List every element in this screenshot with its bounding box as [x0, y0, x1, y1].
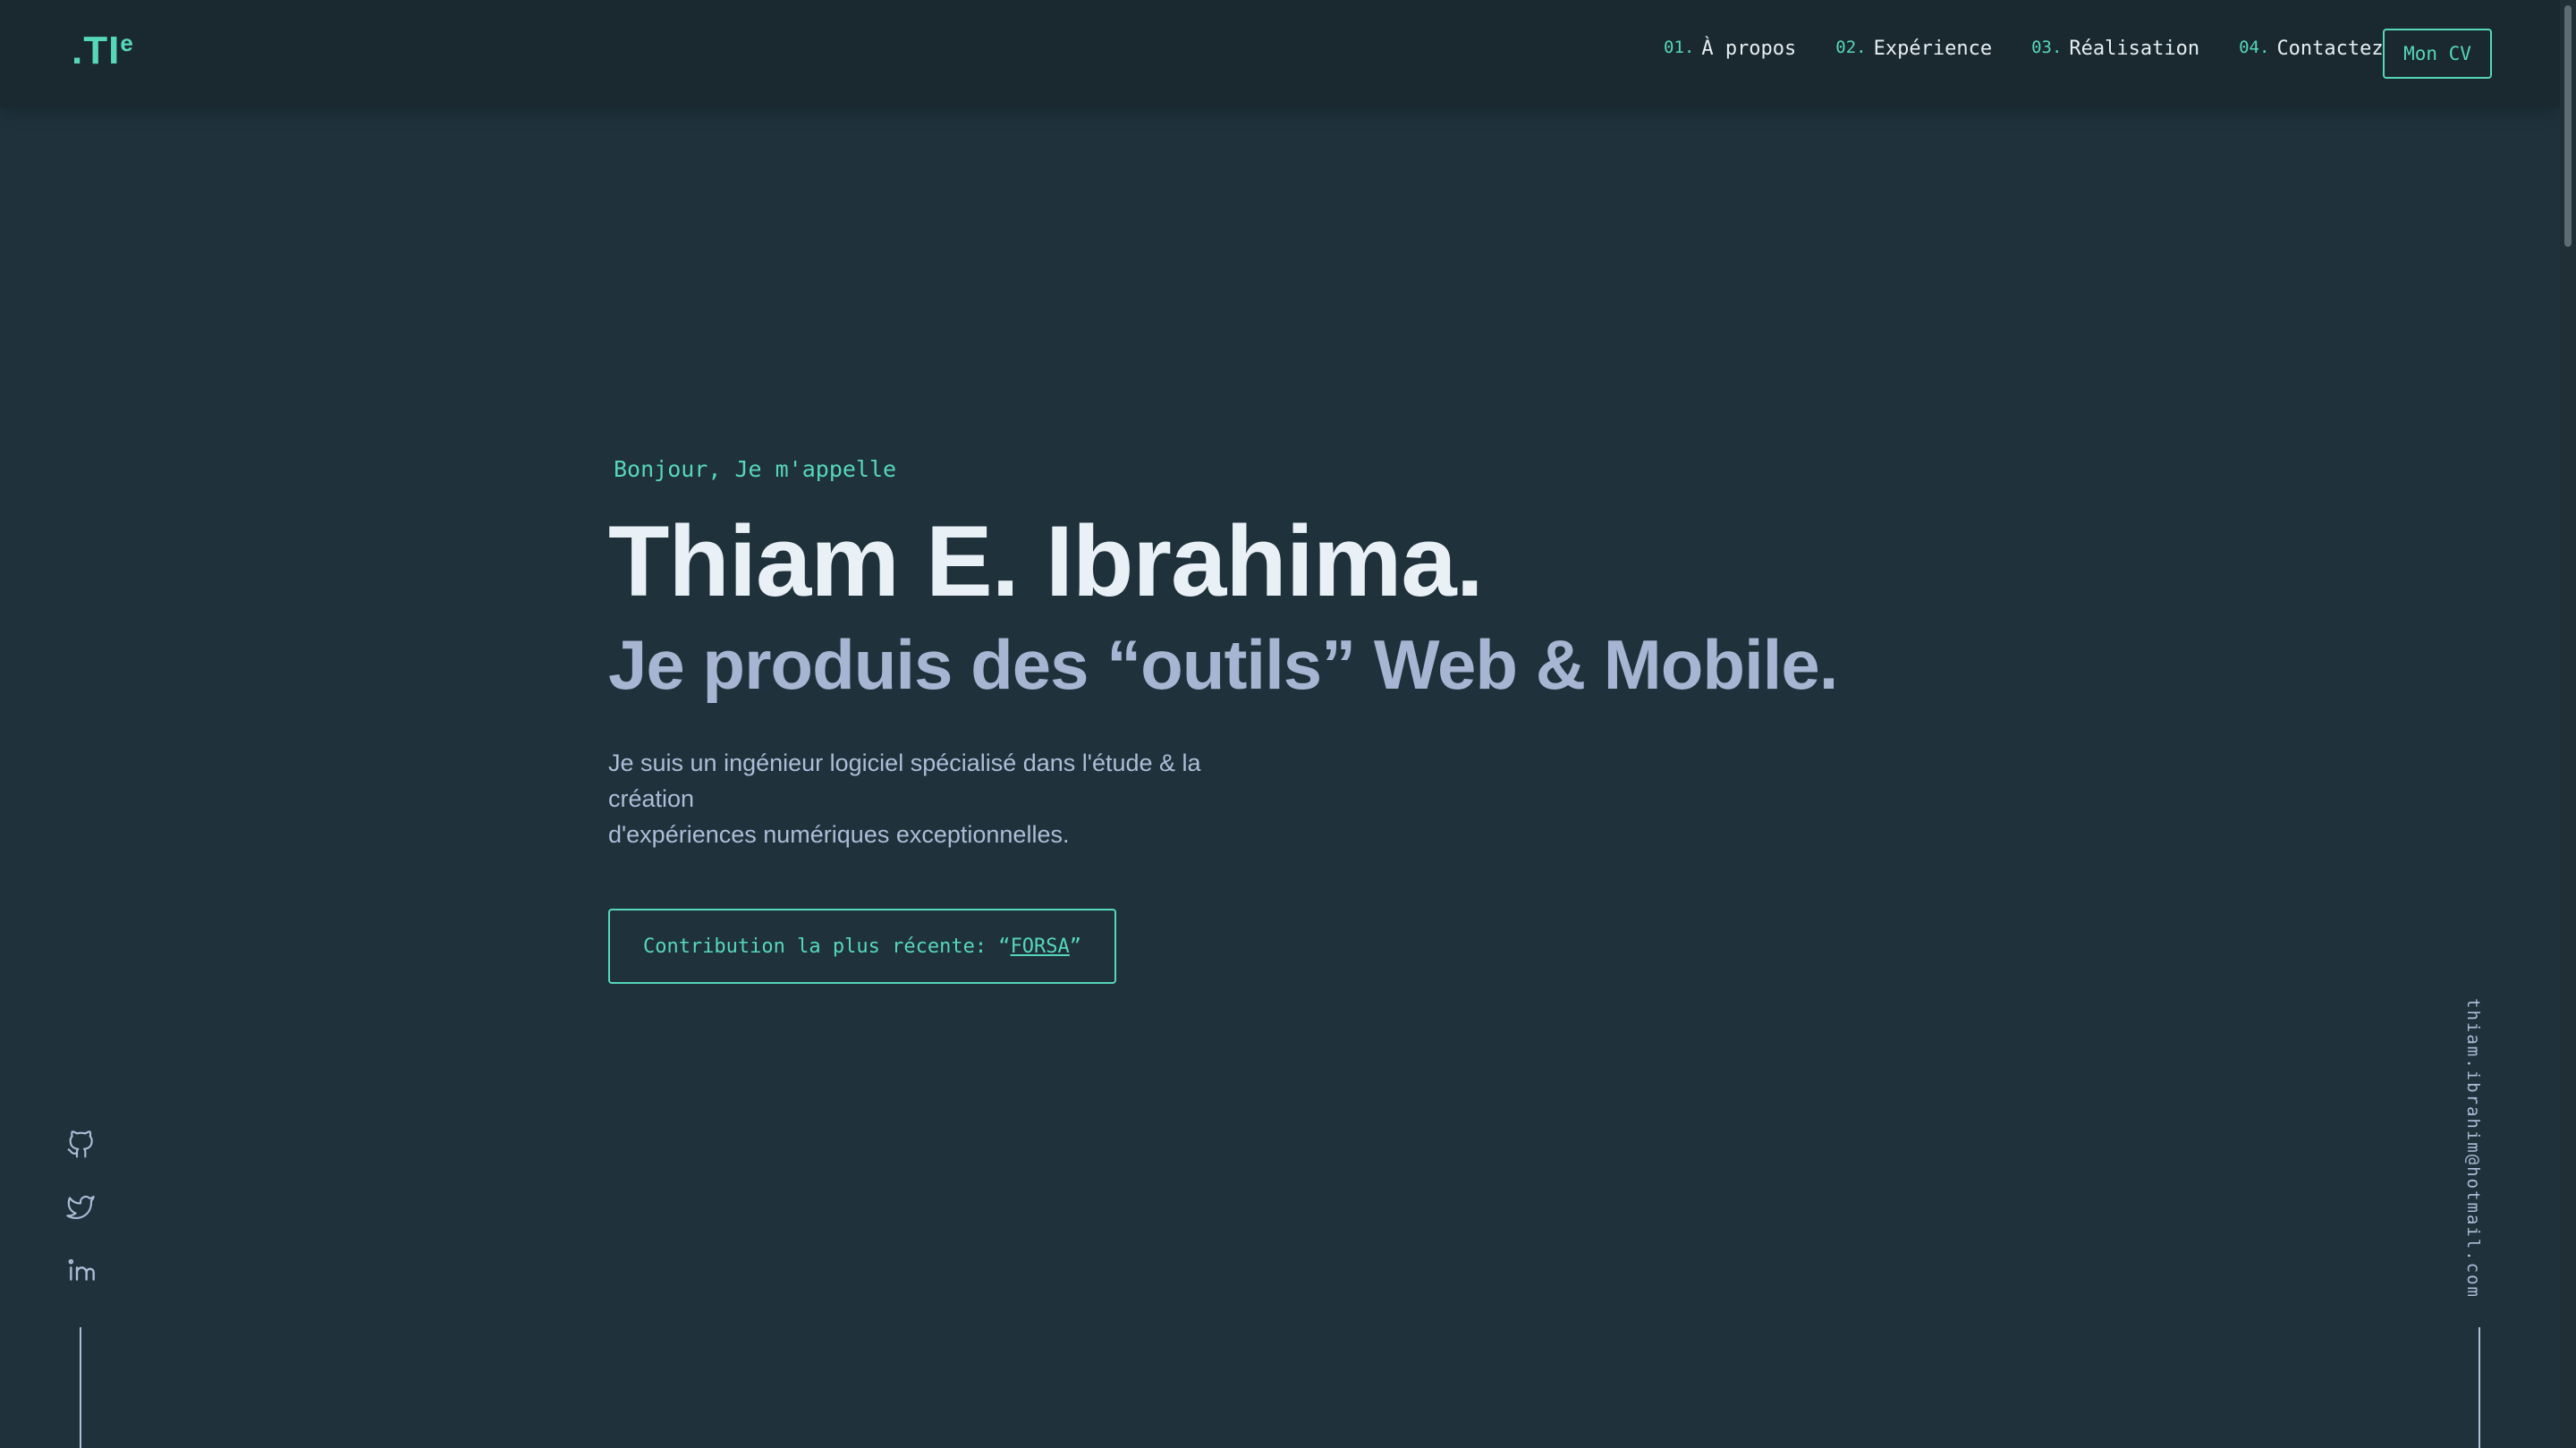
- left-vertical-line: [80, 1327, 81, 1448]
- forsa-link[interactable]: FORSA: [1011, 936, 1070, 958]
- recent-contribution-button[interactable]: Contribution la plus récente: “FORSA”: [608, 909, 1116, 984]
- nav-item-label: Expérience: [1873, 38, 1993, 60]
- nav-item-contact[interactable]: 04. Contactez: [2239, 38, 2384, 60]
- scrollbar-thumb[interactable]: [2564, 5, 2572, 247]
- email-link[interactable]: thiam.ibrahim@hotmail.com: [2463, 998, 2483, 1299]
- right-vertical-line: [2479, 1327, 2480, 1448]
- nav-item-label: Réalisation: [2069, 38, 2200, 60]
- nav-item-label: À propos: [1701, 38, 1797, 60]
- cta-prefix: Contribution la plus récente: “: [642, 935, 1011, 958]
- main-nav: 01. À propos 02. Expérience 03. Réalisat…: [1664, 38, 2384, 60]
- nav-item-number: 02.: [1835, 38, 1867, 57]
- twitter-icon[interactable]: [64, 1191, 97, 1224]
- linkedin-icon[interactable]: [64, 1254, 97, 1286]
- social-links: [64, 1129, 97, 1317]
- site-header: .TIe 01. À propos 02. Expérience 03. Réa…: [0, 0, 2560, 107]
- hero-tagline: Je produis des “outils” Web & Mobile.: [608, 625, 1838, 704]
- hero-description-line: Je suis un ingénieur logiciel spécialisé…: [608, 749, 1201, 812]
- logo-superscript: e: [120, 30, 134, 56]
- nav-item-label: Contactez: [2276, 38, 2384, 60]
- logo-text: .TI: [72, 29, 121, 72]
- hero-section: Bonjour, Je m'appelle Thiam E. Ibrahima.…: [608, 456, 2039, 852]
- hero-description-line: d'expériences numériques exceptionnelles…: [608, 821, 1070, 848]
- page-scrollbar[interactable]: [2560, 0, 2576, 1448]
- nav-item-about[interactable]: 01. À propos: [1664, 38, 1796, 60]
- hero-greeting: Bonjour, Je m'appelle: [614, 456, 897, 482]
- hero-description: Je suis un ingénieur logiciel spécialisé…: [608, 745, 1288, 852]
- nav-item-number: 04.: [2239, 38, 2270, 57]
- nav-item-projects[interactable]: 03. Réalisation: [2031, 38, 2199, 60]
- nav-item-number: 01.: [1664, 38, 1695, 57]
- hero-name: Thiam E. Ibrahima.: [608, 505, 1484, 617]
- site-logo[interactable]: .TIe: [72, 29, 134, 73]
- github-icon[interactable]: [64, 1129, 97, 1161]
- cv-button[interactable]: Mon CV: [2383, 29, 2492, 79]
- nav-item-experience[interactable]: 02. Expérience: [1835, 38, 1992, 60]
- nav-item-number: 03.: [2031, 38, 2063, 57]
- cta-suffix: ”: [1069, 935, 1082, 958]
